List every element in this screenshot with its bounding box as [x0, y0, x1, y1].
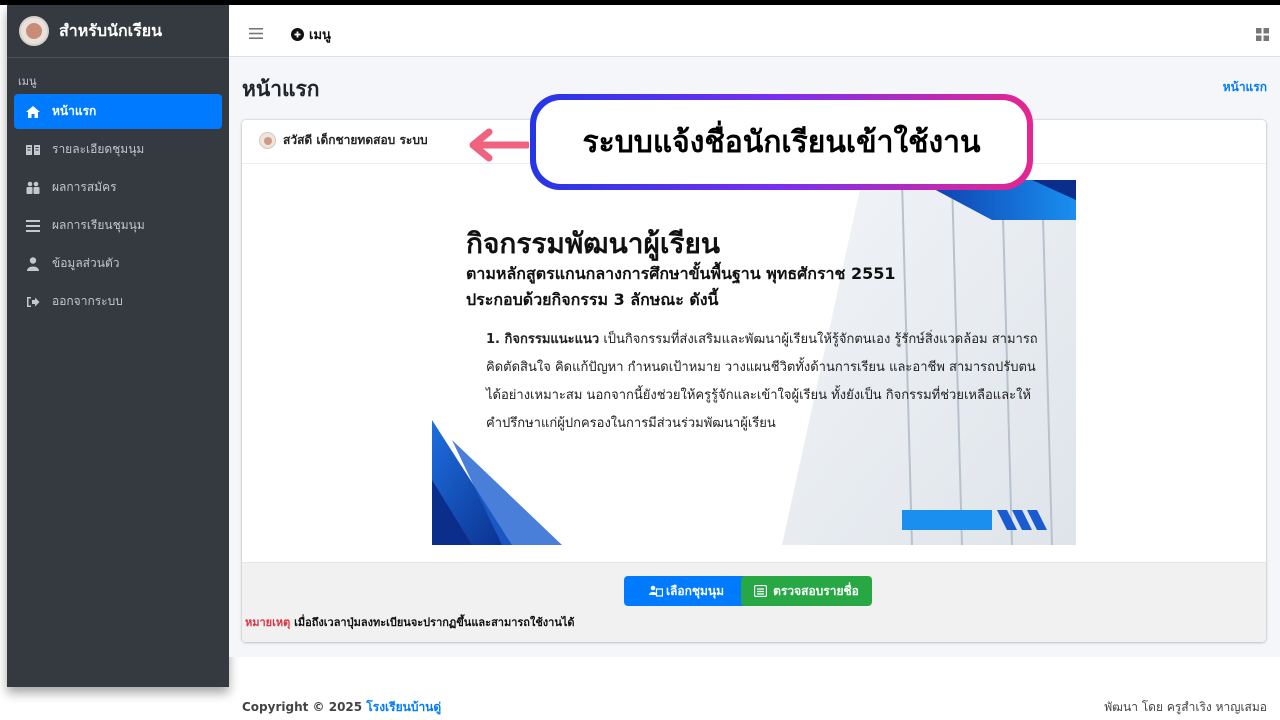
menu-link[interactable]: เมนู [291, 24, 331, 45]
breadcrumb-home-link[interactable]: หน้าแรก [1223, 78, 1267, 97]
home-icon [24, 103, 42, 121]
menu-label: เมนู [309, 28, 331, 43]
sidebar-item-results[interactable]: ผลการสมัคร [14, 170, 222, 205]
sidebar-item-label: ผลการเรียนชุมนุม [52, 218, 145, 232]
page-title: หน้าแรก [242, 77, 320, 101]
activity-banner: กิจกรรมพัฒนาผู้เรียน ตามหลักสูตรแกนกลางก… [432, 180, 1076, 545]
footer: Copyright © 2025 โรงเรียนบ้านดู่ พัฒนา โ… [229, 687, 1280, 720]
greeting: สวัสดี เด็กชายทดสอบ ระบบ [259, 131, 428, 150]
sidebar-item-club-details[interactable]: รายละเอียดชุมนุม [14, 132, 222, 167]
sidebar-item-label: ออกจากระบบ [52, 294, 123, 308]
hamburger-menu-icon[interactable] [249, 24, 263, 43]
copyright: Copyright © 2025 โรงเรียนบ้านดู่ [242, 698, 441, 717]
banner-point-label: 1. กิจกรรมแนะแนว [486, 332, 600, 347]
select-club-label: เลือกชุมนุม [665, 583, 725, 598]
sidebar-item-label: หน้าแรก [52, 104, 97, 118]
list-alt-icon [754, 585, 768, 597]
card-footer: เลือกชุมนุม ตรวจสอบรายชื่อ หมายเหตุ เมื่… [242, 562, 1266, 642]
banner-subtitle-2: ประกอบด้วยกิจกรรม 3 ลักษณะ ดังนี้ [466, 290, 719, 309]
sidebar-item-label: รายละเอียดชุมนุม [52, 142, 145, 156]
callout-arrow-icon [469, 128, 529, 162]
copyright-prefix: Copyright © 2025 [242, 700, 367, 714]
registration-note: หมายเหตุ เมื่อถึงเวลาปุ่มลงทะเบียนจะปราก… [245, 613, 575, 631]
sidebar-header: เมนู [18, 75, 37, 88]
greeting-text: สวัสดี เด็กชายทดสอบ ระบบ [283, 133, 428, 147]
sidebar-item-label: ข้อมูลส่วนตัว [52, 256, 120, 270]
sidebar-item-profile[interactable]: ข้อมูลส่วนตัว [14, 246, 222, 281]
select-club-button[interactable]: เลือกชุมนุม [624, 576, 749, 606]
banner-title: กิจกรรมพัฒนาผู้เรียน [466, 227, 721, 260]
sidebar: สำหรับนักเรียน เมนู หน้าแรก รายละเอียดชุ… [7, 5, 229, 687]
sign-out-icon [24, 293, 42, 311]
top-navbar: เมนู [229, 5, 1280, 57]
developer-credit: พัฒนา โดย ครูสำเริง หาญเสมอ [1104, 700, 1267, 714]
school-logo [19, 16, 49, 46]
avatar [259, 132, 276, 149]
banner-body: 1. กิจกรรมแนะแนว เป็นกิจกรรมที่ส่งเสริมแ… [486, 326, 1046, 438]
users-icon [24, 179, 42, 197]
main-card: สวัสดี เด็กชายทดสอบ ระบบ กิจกรรมพัฒนาผู้… [242, 120, 1266, 642]
sidebar-item-logout[interactable]: ออกจากระบบ [14, 284, 222, 319]
sidebar-item-label: ผลการสมัคร [52, 180, 117, 194]
plus-circle-icon [291, 28, 304, 41]
fullscreen-grid-icon[interactable] [1256, 26, 1269, 45]
user-icon [24, 255, 42, 273]
brand-title: สำหรับนักเรียน [59, 20, 163, 40]
note-text: เมื่อถึงเวลาปุ่มลงทะเบียนจะปรากฏขึ้นและส… [290, 616, 575, 629]
school-link[interactable]: โรงเรียนบ้านดู่ [366, 700, 441, 714]
note-label: หมายเหตุ [245, 616, 291, 629]
sidebar-item-home[interactable]: หน้าแรก [14, 94, 222, 129]
book-open-icon [24, 141, 42, 159]
callout-box: ระบบแจ้งชื่อนักเรียนเข้าใช้งาน [530, 94, 1033, 190]
user-select-icon [648, 585, 663, 597]
check-list-button[interactable]: ตรวจสอบรายชื่อ [741, 576, 872, 606]
callout-text: ระบบแจ้งชื่อนักเรียนเข้าใช้งาน [536, 100, 1027, 184]
check-list-label: ตรวจสอบรายชื่อ [773, 583, 859, 598]
brand-link[interactable]: สำหรับนักเรียน [7, 5, 229, 58]
list-icon [24, 217, 42, 235]
sidebar-item-club-grades[interactable]: ผลการเรียนชุมนุม [14, 208, 222, 243]
banner-subtitle-1: ตามหลักสูตรแกนกลางการศึกษาขั้นพื้นฐาน พุ… [466, 264, 896, 283]
